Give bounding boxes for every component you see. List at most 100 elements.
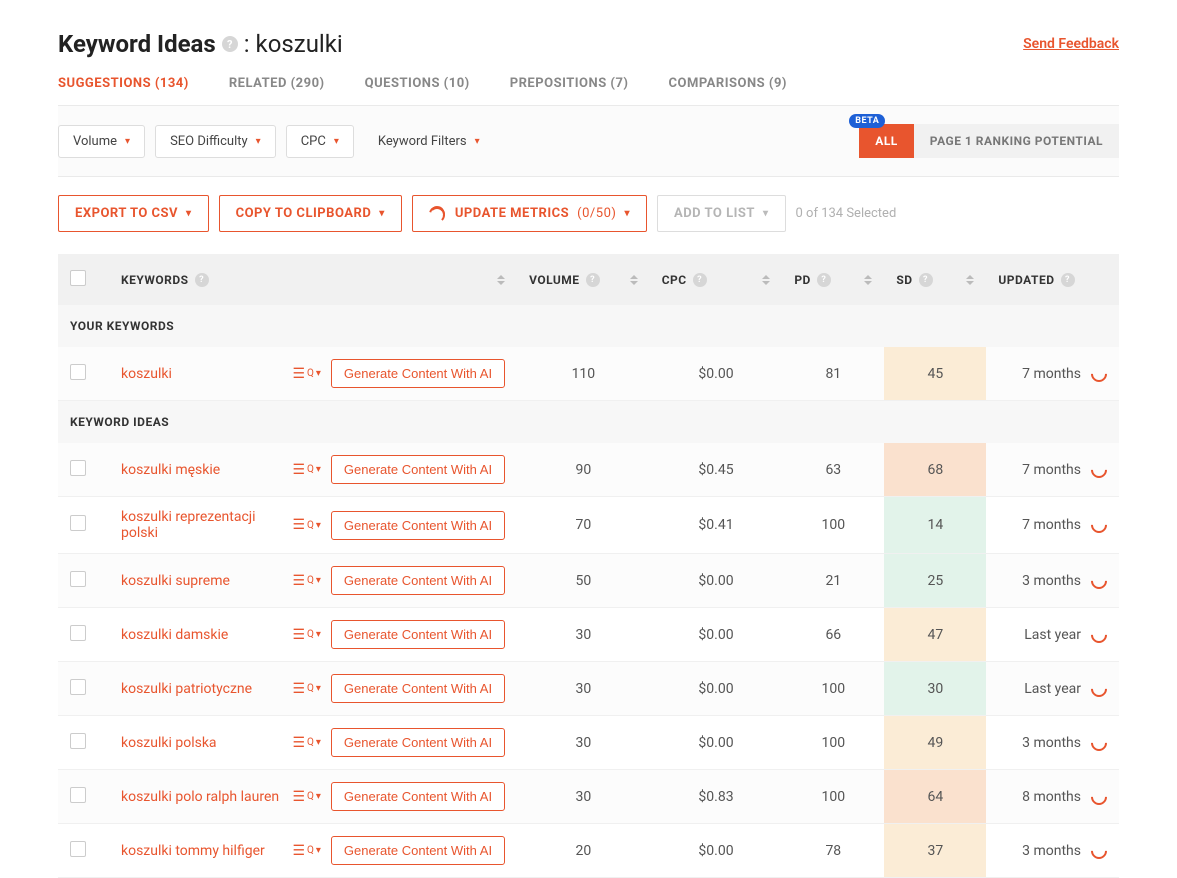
col-keywords[interactable]: KEYWORDS? — [109, 254, 517, 305]
table-row: koszulki polska ☰Q▾ Generate Content With … — [58, 716, 1119, 770]
row-checkbox[interactable] — [70, 364, 86, 380]
keyword-link[interactable]: koszulki supreme — [121, 573, 230, 589]
table-row: koszulki patriotyczne ☰Q▾ Generate Content… — [58, 662, 1119, 716]
tab[interactable]: RELATED (290) — [229, 76, 325, 91]
generate-content-button[interactable]: Generate Content With AI — [331, 782, 505, 811]
volume-filter[interactable]: Volume▾ — [58, 125, 145, 158]
help-icon[interactable]: ? — [693, 273, 707, 287]
keyword-link[interactable]: koszulki — [121, 366, 172, 382]
row-checkbox[interactable] — [70, 625, 86, 641]
volume-filter-label: Volume — [73, 134, 117, 149]
keyword-tools-icon[interactable]: ☰Q▾ — [292, 517, 320, 533]
keyword-link[interactable]: koszulki damskie — [121, 627, 228, 643]
col-updated-label: UPDATED — [998, 273, 1054, 287]
keyword-tools-icon[interactable]: ☰Q▾ — [292, 735, 320, 751]
keyword-tools-icon[interactable]: ☰Q▾ — [292, 627, 320, 643]
keyword-link[interactable]: koszulki męskie — [121, 462, 220, 478]
keyword-tools-icon[interactable]: ☰Q▾ — [292, 573, 320, 589]
row-checkbox[interactable] — [70, 679, 86, 695]
keyword-filters[interactable]: Keyword Filters▾ — [364, 126, 494, 157]
updated-text: 7 months — [1022, 462, 1081, 478]
tab[interactable]: COMPARISONS (9) — [669, 76, 788, 91]
generate-content-button[interactable]: Generate Content With AI — [331, 674, 505, 703]
help-icon[interactable]: ? — [919, 273, 933, 287]
chevron-down-icon: ▾ — [334, 136, 339, 147]
row-checkbox[interactable] — [70, 515, 86, 531]
keyword-tools-icon[interactable]: ☰Q▾ — [292, 789, 320, 805]
add-to-list-button[interactable]: ADD TO LIST▾ — [657, 195, 786, 232]
refresh-icon[interactable] — [1088, 569, 1111, 592]
refresh-icon[interactable] — [1088, 677, 1111, 700]
help-icon[interactable]: ? — [195, 273, 209, 287]
col-cpc[interactable]: CPC? — [650, 254, 783, 305]
keyword-link[interactable]: koszulki polska — [121, 735, 217, 751]
tab[interactable]: QUESTIONS (10) — [365, 76, 470, 91]
col-sd[interactable]: SD? — [884, 254, 986, 305]
volume-cell: 20 — [517, 824, 650, 878]
select-all-checkbox[interactable] — [70, 270, 86, 286]
send-feedback-link[interactable]: Send Feedback — [1023, 36, 1119, 52]
keyword-tools-icon[interactable]: ☰Q▾ — [292, 366, 320, 382]
keyword-tools-icon[interactable]: ☰Q▾ — [292, 843, 320, 859]
tab[interactable]: PREPOSITIONS (7) — [510, 76, 629, 91]
section-header: YOUR KEYWORDS — [58, 305, 1119, 347]
update-metrics-button[interactable]: UPDATE METRICS (0/50) ▾ — [412, 195, 647, 232]
generate-content-button[interactable]: Generate Content With AI — [331, 511, 505, 540]
row-checkbox[interactable] — [70, 841, 86, 857]
updated-text: 7 months — [1022, 366, 1081, 382]
row-checkbox[interactable] — [70, 460, 86, 476]
help-icon[interactable]: ? — [222, 36, 238, 52]
refresh-icon[interactable] — [1088, 458, 1111, 481]
sort-icon[interactable] — [864, 275, 872, 285]
sort-icon[interactable] — [630, 275, 638, 285]
help-icon[interactable]: ? — [586, 273, 600, 287]
tab[interactable]: SUGGESTIONS (134) — [58, 76, 189, 91]
keyword-link[interactable]: koszulki patriotyczne — [121, 681, 252, 697]
refresh-icon[interactable] — [1088, 839, 1111, 862]
volume-cell: 50 — [517, 554, 650, 608]
updated-text: Last year — [1024, 681, 1081, 697]
generate-content-button[interactable]: Generate Content With AI — [331, 836, 505, 865]
refresh-icon[interactable] — [1088, 514, 1111, 537]
generate-content-button[interactable]: Generate Content With AI — [331, 728, 505, 757]
col-volume[interactable]: VOLUME? — [517, 254, 650, 305]
generate-content-button[interactable]: Generate Content With AI — [331, 455, 505, 484]
sort-icon[interactable] — [762, 275, 770, 285]
update-count: (0/50) — [577, 206, 616, 221]
refresh-icon[interactable] — [1088, 731, 1111, 754]
copy-clipboard-button[interactable]: COPY TO CLIPBOARD▾ — [219, 195, 402, 232]
keyword-link[interactable]: koszulki tommy hilfiger — [121, 843, 265, 859]
help-icon[interactable]: ? — [1061, 273, 1075, 287]
cpc-filter[interactable]: CPC▾ — [286, 125, 354, 158]
sort-icon[interactable] — [497, 275, 505, 285]
row-checkbox[interactable] — [70, 733, 86, 749]
updated-text: 8 months — [1022, 789, 1081, 805]
pd-cell: 100 — [782, 770, 884, 824]
copy-label: COPY TO CLIPBOARD — [236, 206, 372, 221]
row-checkbox[interactable] — [70, 787, 86, 803]
tabs-nav: SUGGESTIONS (134) RELATED (290) QUESTIONS … — [58, 76, 1119, 106]
refresh-icon[interactable] — [1088, 362, 1111, 385]
col-pd[interactable]: PD? — [782, 254, 884, 305]
refresh-icon[interactable] — [1088, 785, 1111, 808]
help-icon[interactable]: ? — [817, 273, 831, 287]
keyword-tools-icon[interactable]: ☰Q▾ — [292, 681, 320, 697]
toggle-page1[interactable]: PAGE 1 RANKING POTENTIAL — [914, 124, 1119, 158]
keyword-link[interactable]: koszulki reprezentacji polski — [121, 509, 281, 541]
refresh-icon[interactable] — [1088, 623, 1111, 646]
generate-content-button[interactable]: Generate Content With AI — [331, 359, 505, 388]
cpc-cell: $0.00 — [650, 662, 783, 716]
row-checkbox[interactable] — [70, 571, 86, 587]
table-row: koszulki tommy hilfiger ☰Q▾ Generate Conte… — [58, 824, 1119, 878]
keyword-link[interactable]: koszulki polo ralph lauren — [121, 789, 279, 805]
selection-count: 0 of 134 Selected — [796, 206, 897, 221]
toggle-all[interactable]: ALL — [859, 124, 914, 158]
sort-icon[interactable] — [966, 275, 974, 285]
generate-content-button[interactable]: Generate Content With AI — [331, 620, 505, 649]
cpc-cell: $0.83 — [650, 770, 783, 824]
sd-cell: 64 — [884, 770, 986, 824]
seo-difficulty-filter[interactable]: SEO Difficulty▾ — [155, 125, 276, 158]
export-csv-button[interactable]: EXPORT TO CSV▾ — [58, 195, 209, 232]
generate-content-button[interactable]: Generate Content With AI — [331, 566, 505, 595]
keyword-tools-icon[interactable]: ☰Q▾ — [292, 462, 320, 478]
